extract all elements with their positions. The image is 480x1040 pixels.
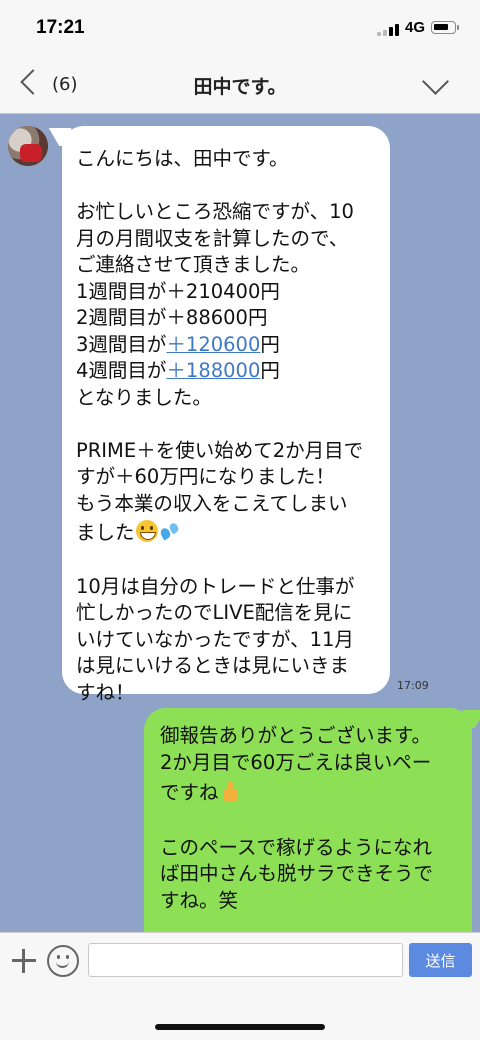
yen-label: 円 xyxy=(260,332,280,356)
sweat-droplets-icon xyxy=(159,520,181,542)
week3-label: 3週間目が xyxy=(76,332,167,356)
unread-count: (6) xyxy=(52,74,78,95)
message-line: 2か月目で60万ごえは良いペー xyxy=(160,750,432,774)
message-line: 10月は自分のトレードと仕事が xyxy=(76,574,355,598)
message-line: ですね xyxy=(160,776,472,808)
menu-button[interactable] xyxy=(418,68,454,102)
message-line: 月の月間収支を計算したので、 xyxy=(76,226,349,250)
status-bar: 17:21 4G xyxy=(0,0,480,58)
back-icon xyxy=(20,69,46,95)
message-line: 3週間目が＋120600円 xyxy=(76,332,390,359)
network-label: 4G xyxy=(405,19,426,36)
message-line: 御報告ありがとうございます。 xyxy=(160,724,432,747)
message-line xyxy=(76,547,390,574)
chevron-down-icon xyxy=(422,68,449,95)
message-line: いけていなかったですが、11月 xyxy=(76,627,354,651)
plus-icon[interactable] xyxy=(10,947,38,975)
battery-icon xyxy=(431,21,459,34)
amount-link[interactable]: ＋120600 xyxy=(166,333,260,356)
amount-link[interactable]: ＋188000 xyxy=(166,359,260,382)
thumbs-up-icon xyxy=(220,780,242,802)
message-line: もう本業の収入をこえてしまい xyxy=(76,491,348,515)
message-line: お忙しいところ恐縮ですが、10 xyxy=(76,200,354,223)
home-indicator xyxy=(155,1024,325,1030)
message-line xyxy=(160,808,472,835)
week4-label: 4週間目が xyxy=(76,359,167,382)
yen-label: 円 xyxy=(260,359,280,382)
message-line: ば田中さんも脱サラできそうで xyxy=(160,862,434,885)
message-text: ですね xyxy=(160,781,219,804)
emoji-icon[interactable] xyxy=(47,945,79,977)
message-input[interactable] xyxy=(88,943,403,977)
message-line: 2週間目が＋88600円 xyxy=(76,306,268,329)
send-button[interactable]: 送信 xyxy=(409,943,472,977)
grinning-face-icon xyxy=(135,520,158,542)
message-line: すが＋60万円になりました！ xyxy=(76,465,335,488)
message-text: ました xyxy=(76,521,135,544)
message-line: すね。笑 xyxy=(160,888,239,912)
message-line: は見にいけるときは見にいきま xyxy=(76,654,350,677)
message-line: こんにちは、田中です。 xyxy=(76,147,289,170)
message-line: となりました。 xyxy=(76,385,212,409)
message-timestamp: 17:09 xyxy=(397,679,429,692)
message-line: ました xyxy=(76,517,390,547)
input-bar: 送信 xyxy=(0,932,480,1040)
message-line: ご連絡させて頂きました。 xyxy=(76,253,311,276)
back-button[interactable]: (6) xyxy=(20,68,110,102)
message-line: 1週間目が＋210400円 xyxy=(76,279,280,303)
message-line xyxy=(76,173,390,200)
message-line: 忙しかったのでLIVE配信を見に xyxy=(76,601,353,624)
message-line: 4週間目が＋188000円 xyxy=(76,358,390,385)
message-line: PRIME＋を使い始めて2か月目で xyxy=(76,438,364,462)
nav-bar: (6) 田中です。 xyxy=(0,58,480,114)
message-line xyxy=(76,411,390,438)
incoming-message-bubble[interactable]: こんにちは、田中です。 お忙しいところ恐縮ですが、10 月の月間収支を計算したの… xyxy=(62,126,390,704)
message-line: このペースで稼げるようになれ xyxy=(160,835,433,859)
outgoing-message-bubble[interactable]: 御報告ありがとうございます。 2か月目で60万ごえは良いペー ですね このペース… xyxy=(144,708,472,932)
chat-area[interactable]: こんにちは、田中です。 お忙しいところ恐縮ですが、10 月の月間収支を計算したの… xyxy=(0,114,480,932)
signal-icon xyxy=(377,24,399,36)
message-line: すね！ xyxy=(76,680,135,704)
avatar[interactable] xyxy=(8,126,48,166)
status-time: 17:21 xyxy=(36,17,85,38)
